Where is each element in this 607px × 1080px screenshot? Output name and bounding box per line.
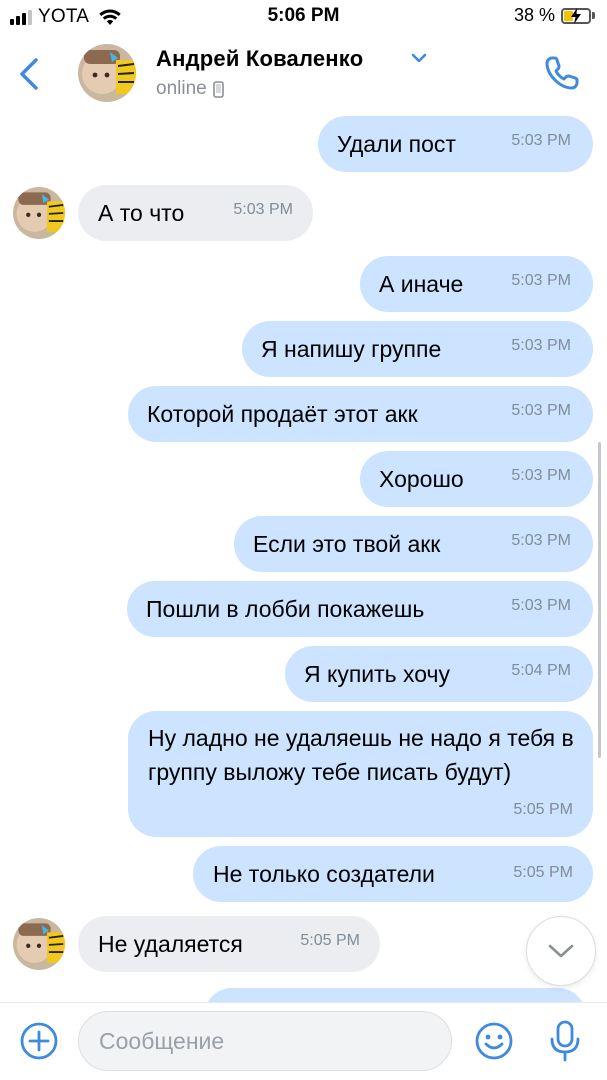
message-time: 5:05 PM	[513, 801, 573, 818]
status-right: 38 %	[514, 5, 595, 26]
message-text: Если это твой акк	[253, 531, 441, 557]
message-list[interactable]: Удали пост 5:03 PM А то что 5:03 PM А ин…	[0, 112, 607, 1002]
message-text: Хорошо	[379, 466, 464, 492]
contact-status: online	[156, 78, 224, 100]
message-time: 5:03 PM	[511, 132, 571, 149]
message-time: 5:03 PM	[511, 532, 571, 549]
avatar[interactable]	[13, 918, 65, 970]
plus-icon[interactable]	[19, 1021, 59, 1061]
message-bubble-outgoing[interactable]: Которой продаёт этот акк 5:03 PM	[128, 386, 593, 442]
scrollbar[interactable]	[598, 442, 601, 758]
message-bubble-outgoing[interactable]: Удали пост 5:03 PM	[318, 116, 593, 172]
contact-name[interactable]: Андрей Коваленко	[156, 46, 363, 72]
battery-cap	[592, 12, 595, 19]
message-text: Пошли в лобби покажешь	[146, 596, 425, 622]
message-input[interactable]: Сообщение	[78, 1011, 452, 1071]
message-bubble-outgoing[interactable]: А иначе 5:03 PM	[360, 256, 593, 312]
composer: Сообщение	[0, 1002, 607, 1080]
mic-icon[interactable]	[548, 1019, 582, 1063]
message-bubble-outgoing[interactable]: Хорошо 5:03 PM	[360, 451, 593, 507]
message-bubble-outgoing[interactable]: Если это твой акк 5:03 PM	[234, 516, 593, 572]
message-text: Не только создатели	[213, 861, 435, 887]
message-time: 5:03 PM	[511, 467, 571, 484]
status-bar: YOTA 5:06 PM 38 %	[0, 0, 607, 34]
message-text: Удали пост	[337, 131, 456, 157]
message-bubble-outgoing[interactable]: Ну ладно не удаляешь не надо я тебя в гр…	[128, 711, 593, 837]
message-text: Не удаляется	[98, 931, 243, 957]
message-bubble-outgoing[interactable]: Пошли в лобби покажешь 5:03 PM	[127, 581, 593, 637]
scroll-down-button[interactable]	[526, 916, 596, 986]
message-bubble-outgoing[interactable]: Я купить хочу 5:04 PM	[285, 646, 593, 702]
message-bubble-outgoing[interactable]: Не только создатели 5:05 PM	[193, 846, 593, 902]
message-bubble-incoming[interactable]: Не удаляется 5:05 PM	[78, 916, 380, 972]
message-time: 5:03 PM	[233, 201, 293, 218]
message-input-placeholder: Сообщение	[99, 1027, 225, 1054]
message-time: 5:03 PM	[511, 402, 571, 419]
message-bubble-incoming[interactable]: А то что 5:03 PM	[78, 185, 313, 241]
chat-header: Андрей Коваленко online	[0, 34, 607, 112]
message-bubble-outgoing[interactable]: Я напишу группе 5:03 PM	[242, 321, 593, 377]
message-time: 5:03 PM	[511, 337, 571, 354]
message-text: Которой продаёт этот акк	[147, 401, 418, 427]
message-text: Я купить хочу	[304, 661, 451, 687]
mobile-icon	[212, 80, 224, 98]
smile-icon[interactable]	[474, 1021, 514, 1061]
message-time: 5:03 PM	[511, 597, 571, 614]
message-time: 5:05 PM	[300, 932, 360, 949]
message-text: Ну ладно не удаляешь не надо я тебя в гр…	[148, 725, 574, 785]
avatar[interactable]	[78, 44, 136, 102]
message-text: Я напишу группе	[261, 336, 442, 362]
scroll-down-icon	[548, 944, 574, 958]
online-label: online	[156, 78, 207, 99]
message-text: А то что	[98, 200, 185, 226]
phone-icon[interactable]	[543, 54, 581, 92]
back-icon[interactable]	[12, 54, 48, 94]
message-text: А иначе	[379, 271, 464, 297]
chevron-down-icon[interactable]	[410, 52, 428, 64]
battery-percent: 38 %	[513, 5, 555, 25]
message-time: 5:05 PM	[513, 864, 573, 881]
message-time: 5:04 PM	[511, 662, 571, 679]
battery-icon	[561, 7, 591, 24]
avatar[interactable]	[13, 187, 65, 239]
message-time: 5:03 PM	[511, 272, 571, 289]
